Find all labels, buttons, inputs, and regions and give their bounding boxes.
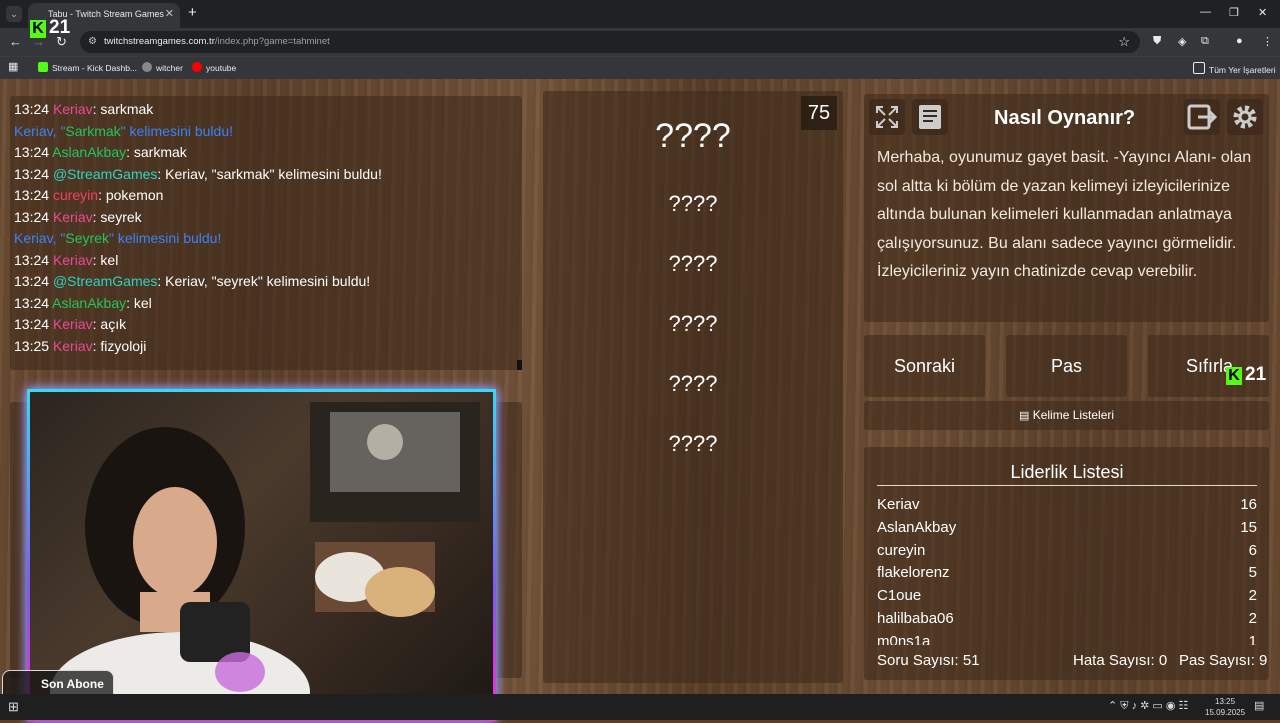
- browser-toolbar: ← → ↻ ⚙ twitchstreamgames.com.tr/index.p…: [0, 28, 1280, 56]
- word-card: ???? ???? ???? ???? ???? ????: [543, 91, 843, 683]
- tab-close-icon[interactable]: ✕: [165, 7, 174, 20]
- how-to-title: Nasıl Oynanır?: [994, 107, 1136, 129]
- chat-message: 13:24 AslanAkbay: kel: [14, 294, 152, 311]
- exit-button[interactable]: [1184, 99, 1220, 135]
- chat-username: Keriav: [52, 337, 93, 354]
- kick-viewer-count: K 21: [1226, 364, 1266, 386]
- chat-scrollbar[interactable]: [517, 360, 522, 370]
- chat-message: 13:24 AslanAkbay: sarkmak: [14, 144, 187, 160]
- chat-username: AslanAkbay: [52, 294, 127, 311]
- how-to-text: Merhaba, oyunumuz gayet basit. -Yayıncı …: [877, 149, 1252, 281]
- browser-tab-bar: ⌄ Tabu - Twitch Stream Games ✕ + — ❐ ✕: [0, 0, 1280, 28]
- chat-message: 13:24 cureyin: pokemon: [14, 187, 164, 203]
- clipboard-icon: ▤: [1018, 410, 1030, 422]
- pass-button[interactable]: Pas: [1006, 335, 1127, 397]
- all-bookmarks[interactable]: Tüm Yer İşaretleri: [1193, 62, 1276, 75]
- kick-logo-icon: K: [30, 20, 46, 38]
- chat-username: @StreamGames: [52, 273, 158, 289]
- bookmark-star-icon[interactable]: ☆: [1118, 34, 1130, 50]
- apps-grid-icon[interactable]: ▦: [8, 60, 18, 73]
- leaderboard-divider: [877, 485, 1257, 486]
- chat-username: Keriav: [52, 208, 93, 225]
- chat-message: 13:24 @StreamGames: Keriav, "seyrek" kel…: [14, 273, 371, 289]
- browser-menu-icon[interactable]: ⋮: [1262, 35, 1273, 48]
- folder-icon: [1193, 62, 1205, 74]
- witcher-icon: [142, 62, 152, 72]
- fullscreen-icon: [876, 106, 898, 128]
- chat-username: cureyin: [52, 187, 99, 203]
- minimize-icon[interactable]: —: [1200, 6, 1211, 18]
- kick-logo-icon: K: [1226, 367, 1242, 385]
- taboo-word: ????: [668, 191, 718, 216]
- maximize-icon[interactable]: ❐: [1229, 6, 1239, 19]
- chat-system-message: Keriav, "Seyrek" kelimesini buldu!: [14, 230, 222, 246]
- taboo-word: ????: [668, 311, 718, 336]
- chat-message: 13:24 Keriav: sarkmak: [14, 101, 154, 117]
- logout-icon: [1187, 104, 1218, 130]
- chat-message: 13:24 Keriav: kel: [14, 251, 119, 268]
- bookmarks-bar: ▦ Stream - Kick Dashb... witcher youtube…: [0, 56, 1280, 79]
- pass-count: Pas Sayısı: 9: [1179, 652, 1268, 669]
- gear-icon: [1233, 105, 1257, 129]
- kick-icon: [38, 62, 48, 72]
- tray-icons[interactable]: ⌃ ⛨ ♪ ✲ ▭ ◉ ☷: [1108, 699, 1188, 713]
- question-count: Soru Sayısı: 51: [877, 652, 980, 669]
- error-count: Hata Sayısı: 0: [1073, 652, 1168, 669]
- fullscreen-button[interactable]: [869, 99, 905, 135]
- main-word: ????: [655, 117, 731, 155]
- chat-username: Keriav: [52, 251, 93, 268]
- address-bar[interactable]: ⚙ twitchstreamgames.com.tr/index.php?gam…: [80, 31, 1140, 53]
- taboo-word: ????: [668, 251, 718, 276]
- windows-taskbar: ⊞ ⌃ ⛨ ♪ ✲ ▭ ◉ ☷ 13:25 15.09.2025 ▤: [0, 694, 1280, 720]
- bookmark-kick-dashboard[interactable]: Stream - Kick Dashb...: [38, 62, 137, 73]
- site-info-icon[interactable]: ⚙: [88, 36, 97, 47]
- chat-message: 13:24 Keriav: açık: [14, 316, 127, 332]
- settings-button[interactable]: [1227, 99, 1263, 135]
- taboo-word: ????: [668, 431, 718, 456]
- word-lists-label: Kelime Listeleri: [1032, 408, 1115, 422]
- timer: 75: [801, 96, 837, 130]
- youtube-icon: [192, 62, 202, 72]
- new-tab-icon[interactable]: +: [188, 4, 197, 21]
- notification-icon[interactable]: ▤: [1254, 699, 1264, 712]
- taskbar-clock[interactable]: 13:25 15.09.2025: [1205, 696, 1245, 718]
- bookmark-youtube[interactable]: youtube: [192, 62, 236, 73]
- url-text: twitchstreamgames.com.tr/index.php?game=…: [104, 36, 330, 47]
- chat-username: Keriav: [52, 316, 93, 332]
- chat-username: @StreamGames: [52, 165, 158, 182]
- kick-viewer-count: K 21: [30, 17, 70, 39]
- back-icon[interactable]: ←: [9, 34, 22, 49]
- next-button[interactable]: Sonraki: [864, 335, 985, 397]
- document-icon: [919, 105, 941, 129]
- chat-system-message: Keriav, "Sarkmak" kelimesini buldu!: [14, 122, 233, 139]
- notes-button[interactable]: [912, 99, 948, 135]
- profile-avatar-icon[interactable]: ●: [1236, 35, 1243, 47]
- close-window-icon[interactable]: ✕: [1258, 6, 1267, 19]
- chat-message: 13:24 @StreamGames: Keriav, "sarkmak" ke…: [14, 165, 382, 182]
- extensions-puzzle-icon[interactable]: ⧉: [1201, 35, 1209, 48]
- extension-icon[interactable]: ◈: [1178, 35, 1186, 48]
- tab-search-icon[interactable]: ⌄: [6, 6, 22, 22]
- leaderboard-title: Liderlik Listesi: [1010, 462, 1124, 482]
- chat-username: AslanAkbay: [52, 144, 127, 160]
- word-lists-button[interactable]: ▤ Kelime Listeleri: [864, 401, 1269, 430]
- chat-message: 13:25 Keriav: fizyoloji: [14, 337, 147, 354]
- bookmark-witcher[interactable]: witcher: [142, 62, 183, 73]
- taboo-word: ????: [668, 371, 718, 396]
- chat-username: Keriav: [52, 101, 93, 117]
- windows-start-icon[interactable]: ⊞: [8, 699, 19, 715]
- extension-icon[interactable]: ⛊: [1153, 35, 1161, 48]
- chat-message: 13:24 Keriav: seyrek: [14, 208, 142, 225]
